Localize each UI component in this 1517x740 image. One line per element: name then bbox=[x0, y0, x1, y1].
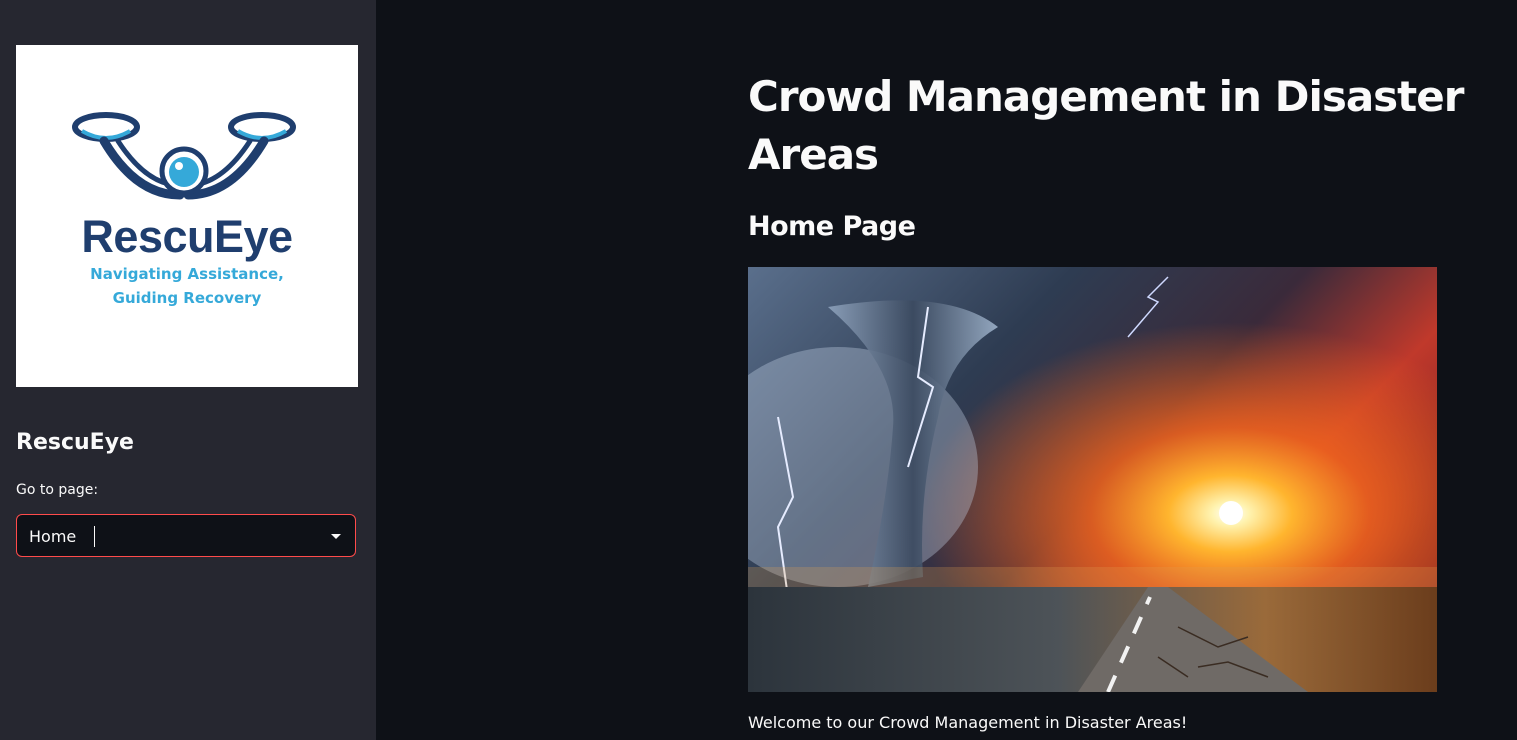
welcome-text: Welcome to our Crowd Management in Disas… bbox=[748, 713, 1188, 732]
drone-eye-icon bbox=[72, 112, 296, 200]
logo-tagline-line2: Guiding Recovery bbox=[112, 289, 262, 307]
page-title: Crowd Management in Disaster Areas bbox=[748, 72, 1464, 179]
sidebar: RescuEye Navigating Assistance, Guiding … bbox=[0, 0, 376, 740]
page-select[interactable]: Home bbox=[16, 514, 356, 557]
hero-image bbox=[748, 267, 1437, 692]
logo-tagline: Navigating Assistance, Guiding Recovery bbox=[16, 262, 358, 310]
rescueye-logo: RescuEye Navigating Assistance, Guiding … bbox=[16, 45, 358, 387]
text-caret bbox=[94, 526, 95, 547]
logo-tagline-line1: Navigating Assistance, bbox=[90, 265, 284, 283]
page-subtitle: Home Page bbox=[748, 211, 916, 242]
page-select-label: Go to page: bbox=[16, 482, 99, 498]
sidebar-title: RescuEye bbox=[16, 430, 134, 455]
tornado-storm-image bbox=[748, 267, 1437, 692]
page-select-value[interactable]: Home bbox=[29, 527, 76, 546]
logo-brand-name: RescuEye bbox=[81, 211, 293, 262]
chevron-down-icon[interactable] bbox=[331, 534, 341, 539]
